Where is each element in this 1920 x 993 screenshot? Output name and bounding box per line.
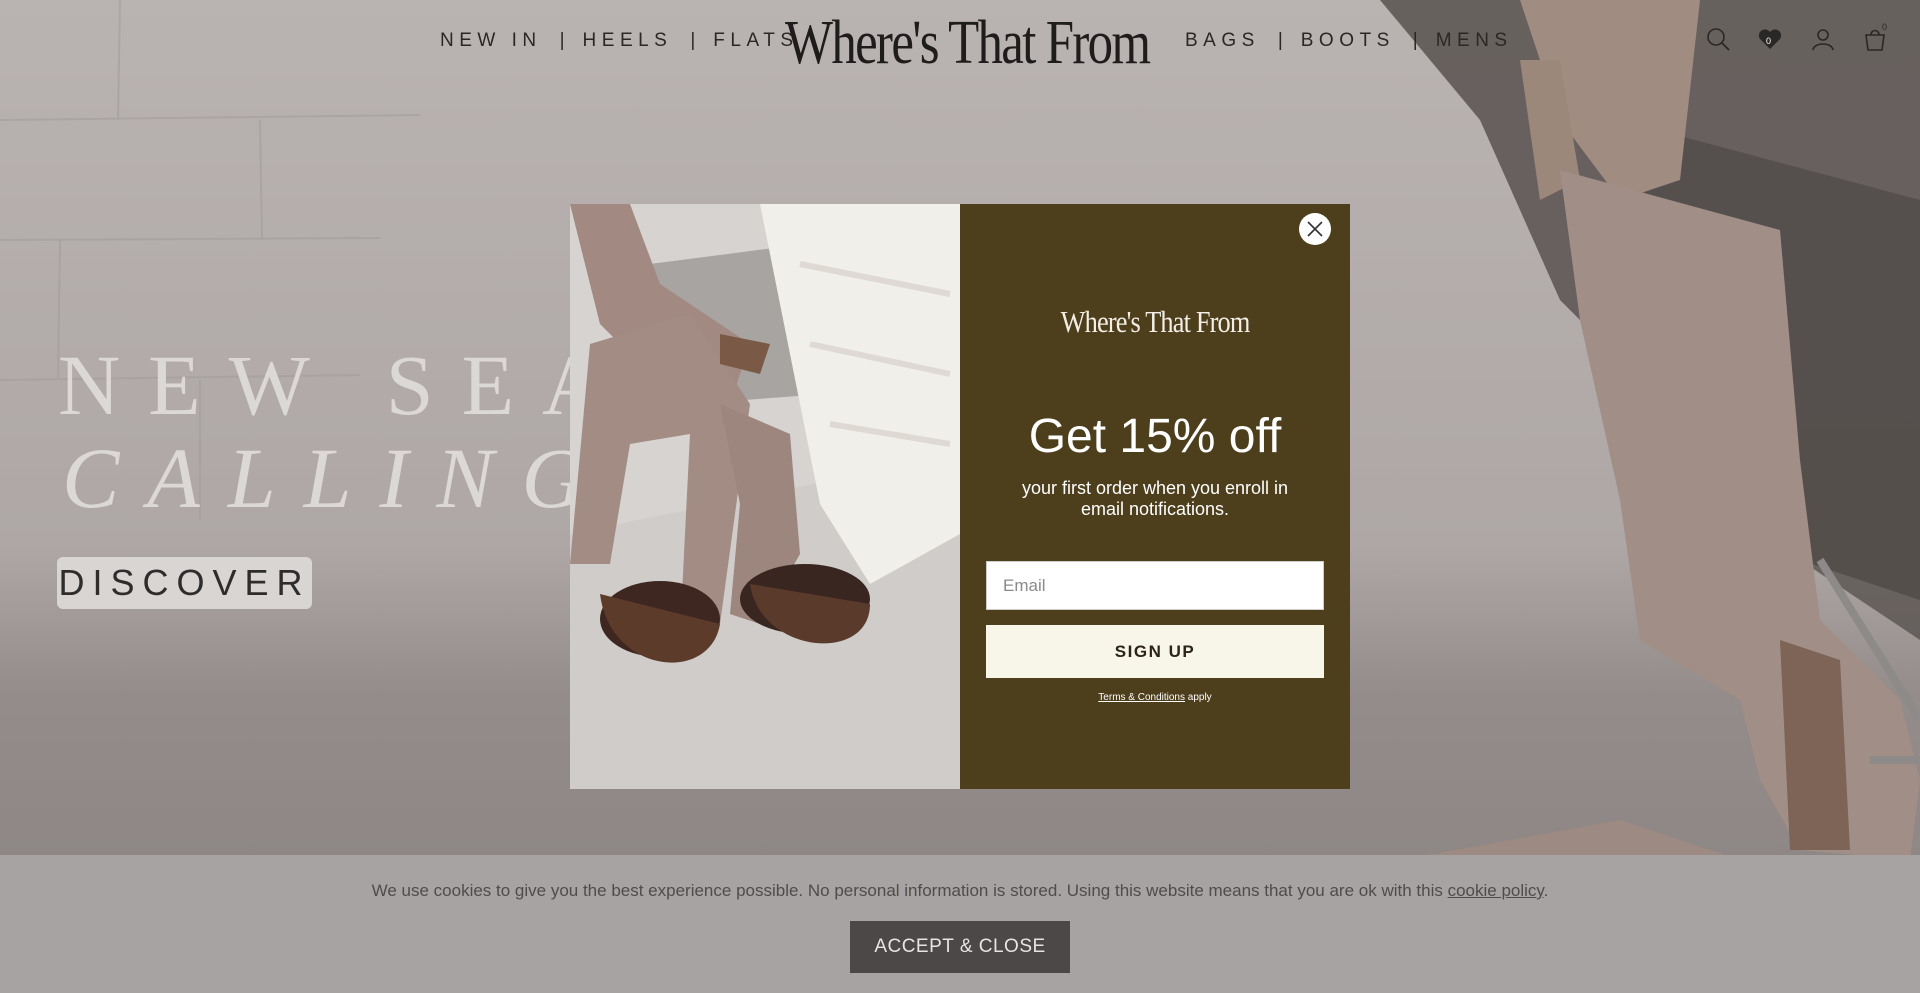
nav-separator: |: [559, 30, 565, 51]
nav-new-in[interactable]: NEW IN: [440, 30, 542, 52]
terms-link[interactable]: Terms & Conditions: [1098, 692, 1185, 703]
modal-headline: Get 15% off: [1028, 410, 1282, 463]
nav-separator: |: [1277, 30, 1283, 51]
nav-bags[interactable]: BAGS: [1185, 30, 1260, 52]
hero-title-line1: NEW SEA: [58, 337, 633, 433]
terms-text: Terms & Conditions apply: [960, 692, 1350, 703]
discover-button[interactable]: DISCOVER: [57, 557, 312, 609]
modal-logo-text: Where's That From: [1060, 304, 1251, 339]
search-icon[interactable]: [1705, 26, 1731, 52]
wishlist-count: 0: [1766, 36, 1772, 46]
nav-mens[interactable]: MENS: [1436, 30, 1513, 52]
signup-modal: Where's That From Get 15% off your first…: [570, 204, 1350, 789]
modal-logo: Where's That From: [960, 304, 1350, 340]
hero-title-line2: CALLING: [62, 430, 612, 526]
cookie-text: We use cookies to give you the best expe…: [371, 881, 1448, 900]
nav-separator: |: [690, 30, 696, 51]
main-nav-left: NEW IN | HEELS | FLATS: [440, 30, 799, 52]
close-icon[interactable]: [1299, 213, 1331, 245]
modal-content: Where's That From Get 15% off your first…: [960, 204, 1350, 789]
cart-count: 0: [1882, 22, 1888, 32]
sign-up-button[interactable]: SIGN UP: [986, 625, 1324, 678]
terms-suffix: apply: [1185, 692, 1212, 703]
cookie-policy-link[interactable]: cookie policy: [1448, 881, 1544, 900]
accept-close-button[interactable]: ACCEPT & CLOSE: [850, 921, 1070, 973]
email-field[interactable]: [986, 561, 1324, 610]
nav-separator: |: [1412, 30, 1418, 51]
main-nav-right: BAGS | BOOTS | MENS: [1185, 30, 1513, 52]
site-logo[interactable]: Where's That From: [785, 8, 1151, 79]
cookie-text-end: .: [1543, 881, 1549, 900]
site-header: NEW IN | HEELS | FLATS Where's That From…: [0, 0, 1920, 90]
cart-icon[interactable]: 0: [1862, 22, 1888, 52]
nav-boots[interactable]: BOOTS: [1301, 30, 1395, 52]
cookie-message: We use cookies to give you the best expe…: [0, 881, 1920, 901]
account-icon[interactable]: [1810, 26, 1836, 52]
modal-slippers-image: [570, 204, 960, 789]
modal-subtext: your first order when you enroll in emai…: [1021, 478, 1289, 519]
nav-heels[interactable]: HEELS: [583, 30, 673, 52]
cookie-banner: We use cookies to give you the best expe…: [0, 855, 1920, 993]
wishlist-icon[interactable]: 0: [1757, 26, 1783, 52]
